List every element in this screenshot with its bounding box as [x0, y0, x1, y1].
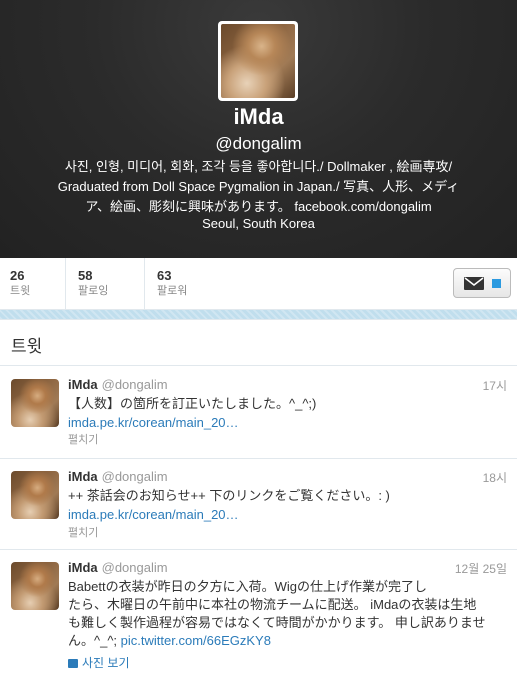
- profile-avatar[interactable]: [218, 21, 298, 101]
- tweet-text-line: たら、木曜日の午前中に本社の物流チームに配送。 iMdaの衣装は生地: [68, 597, 477, 612]
- tweet-text: Babettの衣装が昨日の夕方に入荷。Wigの仕上げ作業が完了し たら、木曜日の…: [68, 578, 488, 650]
- tweet-timestamp[interactable]: 12월 25일: [455, 560, 507, 577]
- tweet-timestamp[interactable]: 17시: [483, 377, 507, 394]
- bio-line: Graduated from Doll Space Pygmalion in J…: [57, 179, 460, 194]
- bio-line: ア、絵画、彫刻に興味があります。 facebook.com/dongalim: [85, 199, 432, 214]
- tweet-author-handle[interactable]: @dongalim: [102, 469, 168, 484]
- tweet-avatar[interactable]: [11, 471, 59, 519]
- tweet-header: iMda @dongalim: [68, 469, 168, 485]
- tweet-text: ++ 茶話会のお知らせ++ 下のリンクをご覧ください。: ) imda.pe.k…: [68, 486, 488, 524]
- tweet-header: iMda @dongalim: [68, 377, 168, 393]
- tweet-author-name[interactable]: iMda: [68, 469, 98, 484]
- tweet-avatar[interactable]: [11, 379, 59, 427]
- display-name: iMda: [233, 104, 284, 129]
- stat-count: 26: [10, 268, 25, 283]
- tweet-media-link[interactable]: pic.twitter.com/66EGzKY8: [121, 633, 271, 648]
- view-photo-label: 사진 보기: [82, 656, 130, 670]
- photo-icon: [68, 659, 78, 668]
- tweet-text-line: も難しく製作過程が容易ではなくて時間がかかります。 申し訳ありませ: [68, 615, 486, 630]
- profile-bio: 사진, 인형, 미디어, 회화, 조각 등을 좋아합니다./ Dollmaker…: [36, 157, 481, 217]
- section-divider: [0, 310, 517, 320]
- expand-tweet-link[interactable]: 펼치기: [68, 431, 98, 447]
- stat-tweets[interactable]: 26 트윗: [0, 258, 66, 310]
- stat-label: 팔로워: [157, 285, 188, 297]
- view-photo-link[interactable]: 사진 보기: [68, 654, 130, 671]
- avatar-image: [221, 24, 295, 98]
- screen-name: @dongalim: [215, 134, 302, 153]
- expand-tweet-link[interactable]: 펼치기: [68, 524, 98, 540]
- tweet-link[interactable]: imda.pe.kr/corean/main_20…: [68, 507, 239, 522]
- tweet-timestamp[interactable]: 18시: [483, 469, 507, 486]
- tweet-text: 【人数】の箇所を訂正いたしました。^_^;) imda.pe.kr/corean…: [68, 394, 488, 432]
- tweet-text-line: ++ 茶話会のお知らせ++ 下のリンクをご覧ください。: ): [68, 488, 390, 503]
- tweet-item[interactable]: iMda @dongalim 12월 25일 Babettの衣装が昨日の夕方に入荷…: [0, 550, 517, 680]
- tweet-author-name[interactable]: iMda: [68, 377, 98, 392]
- tweet-author-handle[interactable]: @dongalim: [102, 560, 168, 575]
- tweet-text-line: Babettの衣装が昨日の夕方に入荷。Wigの仕上げ作業が完了し: [68, 579, 427, 594]
- stat-label: 팔로잉: [78, 285, 109, 297]
- envelope-icon: [464, 277, 484, 290]
- bio-line: 사진, 인형, 미디어, 회화, 조각 등을 좋아합니다./ Dollmaker…: [64, 159, 453, 174]
- stat-count: 58: [78, 268, 93, 283]
- stat-following[interactable]: 58 팔로잉: [66, 258, 145, 310]
- tweet-text-line: ん。^_^; pic.twitter.com/66EGzKY8: [68, 632, 488, 650]
- stat-followers[interactable]: 63 팔로워: [145, 258, 235, 310]
- tweet-author-handle[interactable]: @dongalim: [102, 377, 168, 392]
- profile-location: Seoul, South Korea: [202, 216, 315, 231]
- direct-message-button[interactable]: [453, 268, 511, 298]
- tweet-text-fragment: ん。^_^;: [68, 633, 118, 648]
- tweet-author-name[interactable]: iMda: [68, 560, 98, 575]
- profile-header: iMda @dongalim 사진, 인형, 미디어, 회화, 조각 등을 좋아…: [0, 0, 517, 258]
- tweet-header: iMda @dongalim: [68, 560, 168, 576]
- stat-label: 트윗: [10, 285, 31, 297]
- stat-count: 63: [157, 268, 172, 283]
- notification-dot: [492, 279, 501, 288]
- tweet-text-line: 【人数】の箇所を訂正いたしました。^_^;): [68, 396, 317, 411]
- profile-stats: 26 트윗 58 팔로잉 63 팔로워: [0, 258, 517, 310]
- tweet-item[interactable]: iMda @dongalim 18시 ++ 茶話会のお知らせ++ 下のリンクをご覧…: [0, 459, 517, 550]
- tweet-avatar[interactable]: [11, 562, 59, 610]
- tweets-heading: 트윗: [0, 320, 517, 366]
- tweet-link[interactable]: imda.pe.kr/corean/main_20…: [68, 415, 239, 430]
- tweet-item[interactable]: iMda @dongalim 17시 【人数】の箇所を訂正いたしました。^_^;)…: [0, 367, 517, 459]
